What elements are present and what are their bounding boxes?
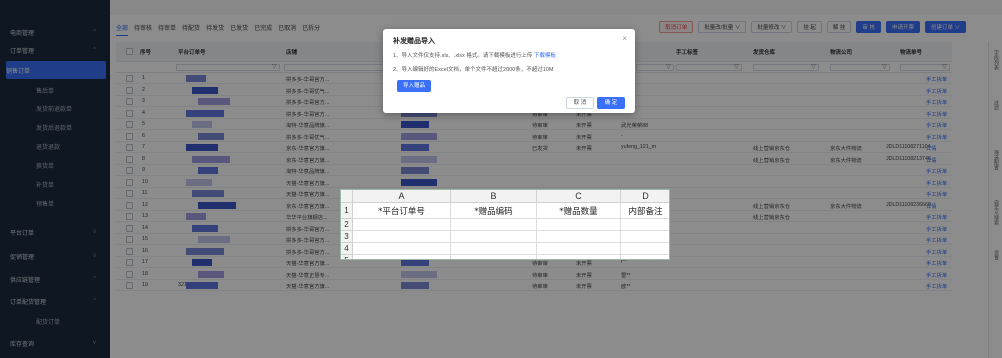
sheet-cell[interactable] xyxy=(621,255,669,259)
row-header: 1 xyxy=(341,203,353,219)
import-gift-button[interactable]: 导入赠品 xyxy=(397,80,431,92)
column-header: C xyxy=(537,190,621,203)
column-header: A xyxy=(353,190,451,203)
sheet-cell[interactable] xyxy=(353,243,451,255)
sheet-cell[interactable] xyxy=(621,219,669,231)
sheet-cell[interactable] xyxy=(451,231,537,243)
cancel-button[interactable]: 取 消 xyxy=(566,97,594,109)
download-template-link[interactable]: 下载模板 xyxy=(534,53,556,59)
row-header: 2 xyxy=(341,219,353,231)
sheet-cell[interactable] xyxy=(537,255,621,259)
excel-preview: ABCD 1*平台订单号*赠品编码*赠品数量内部备注 2345 xyxy=(340,189,670,260)
sheet-cell[interactable] xyxy=(353,231,451,243)
close-icon[interactable]: × xyxy=(622,34,627,43)
import-dialog: 补发赠品导入 × 1、导入文件仅支持.xls、.xlsx 格式。请下载模板进行上… xyxy=(383,29,635,113)
dialog-title: 补发赠品导入 xyxy=(393,38,435,45)
column-header: B xyxy=(451,190,537,203)
sheet-cell[interactable] xyxy=(451,219,537,231)
sheet-cell[interactable] xyxy=(353,219,451,231)
sheet-cell[interactable]: 内部备注 xyxy=(621,203,669,219)
sheet-cell[interactable] xyxy=(621,243,669,255)
sheet-cell[interactable] xyxy=(537,243,621,255)
column-header: D xyxy=(621,190,669,203)
sheet-cell[interactable] xyxy=(451,243,537,255)
sheet-cell[interactable] xyxy=(537,219,621,231)
sheet-cell[interactable]: *赠品编码 xyxy=(451,203,537,219)
row-header: 3 xyxy=(341,231,353,243)
confirm-button[interactable]: 确 定 xyxy=(597,97,625,109)
row-header: 5 xyxy=(341,255,353,259)
sheet-cell[interactable]: *平台订单号 xyxy=(353,203,451,219)
sheet-cell[interactable] xyxy=(621,231,669,243)
sheet-cell[interactable] xyxy=(537,231,621,243)
corner-cell xyxy=(341,190,353,203)
instruction-1-text: 1、导入文件仅支持.xls、.xlsx 格式。请下载模板进行上传 xyxy=(393,53,533,59)
sheet-cell[interactable]: *赠品数量 xyxy=(537,203,621,219)
dialog-instruction-2: 2、导入编辑好的Excel文档，单个文件不超过2000条，不超过10M xyxy=(393,67,554,73)
sheet-cell[interactable] xyxy=(353,255,451,259)
row-header: 4 xyxy=(341,243,353,255)
sheet-cell[interactable] xyxy=(451,255,537,259)
dialog-instruction-1: 1、导入文件仅支持.xls、.xlsx 格式。请下载模板进行上传 下载模板 xyxy=(393,51,556,59)
